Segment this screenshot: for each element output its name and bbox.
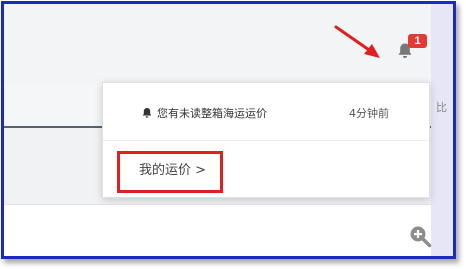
red-arrow-annotation bbox=[334, 25, 380, 58]
bell-icon bbox=[142, 108, 152, 118]
notification-bell-button[interactable]: 1 bbox=[392, 34, 427, 66]
notification-text: 您有未读整箱海运运价 bbox=[157, 107, 267, 120]
red-highlight-box bbox=[117, 151, 223, 193]
content-lower bbox=[4, 204, 453, 256]
notification-item[interactable]: 您有未读整箱海运运价 4分钟前 bbox=[103, 83, 429, 141]
top-bar bbox=[4, 4, 453, 84]
edge-truncated-text: 比 bbox=[436, 101, 447, 114]
notification-badge: 1 bbox=[408, 34, 427, 48]
zoom-in-icon[interactable] bbox=[408, 224, 432, 248]
right-edge-strip bbox=[431, 4, 453, 256]
notification-time: 4分钟前 bbox=[349, 107, 389, 120]
screenshot-frame: 比 1 您有未读整箱海运运价 4分钟前 我的运价 > bbox=[1, 1, 456, 259]
